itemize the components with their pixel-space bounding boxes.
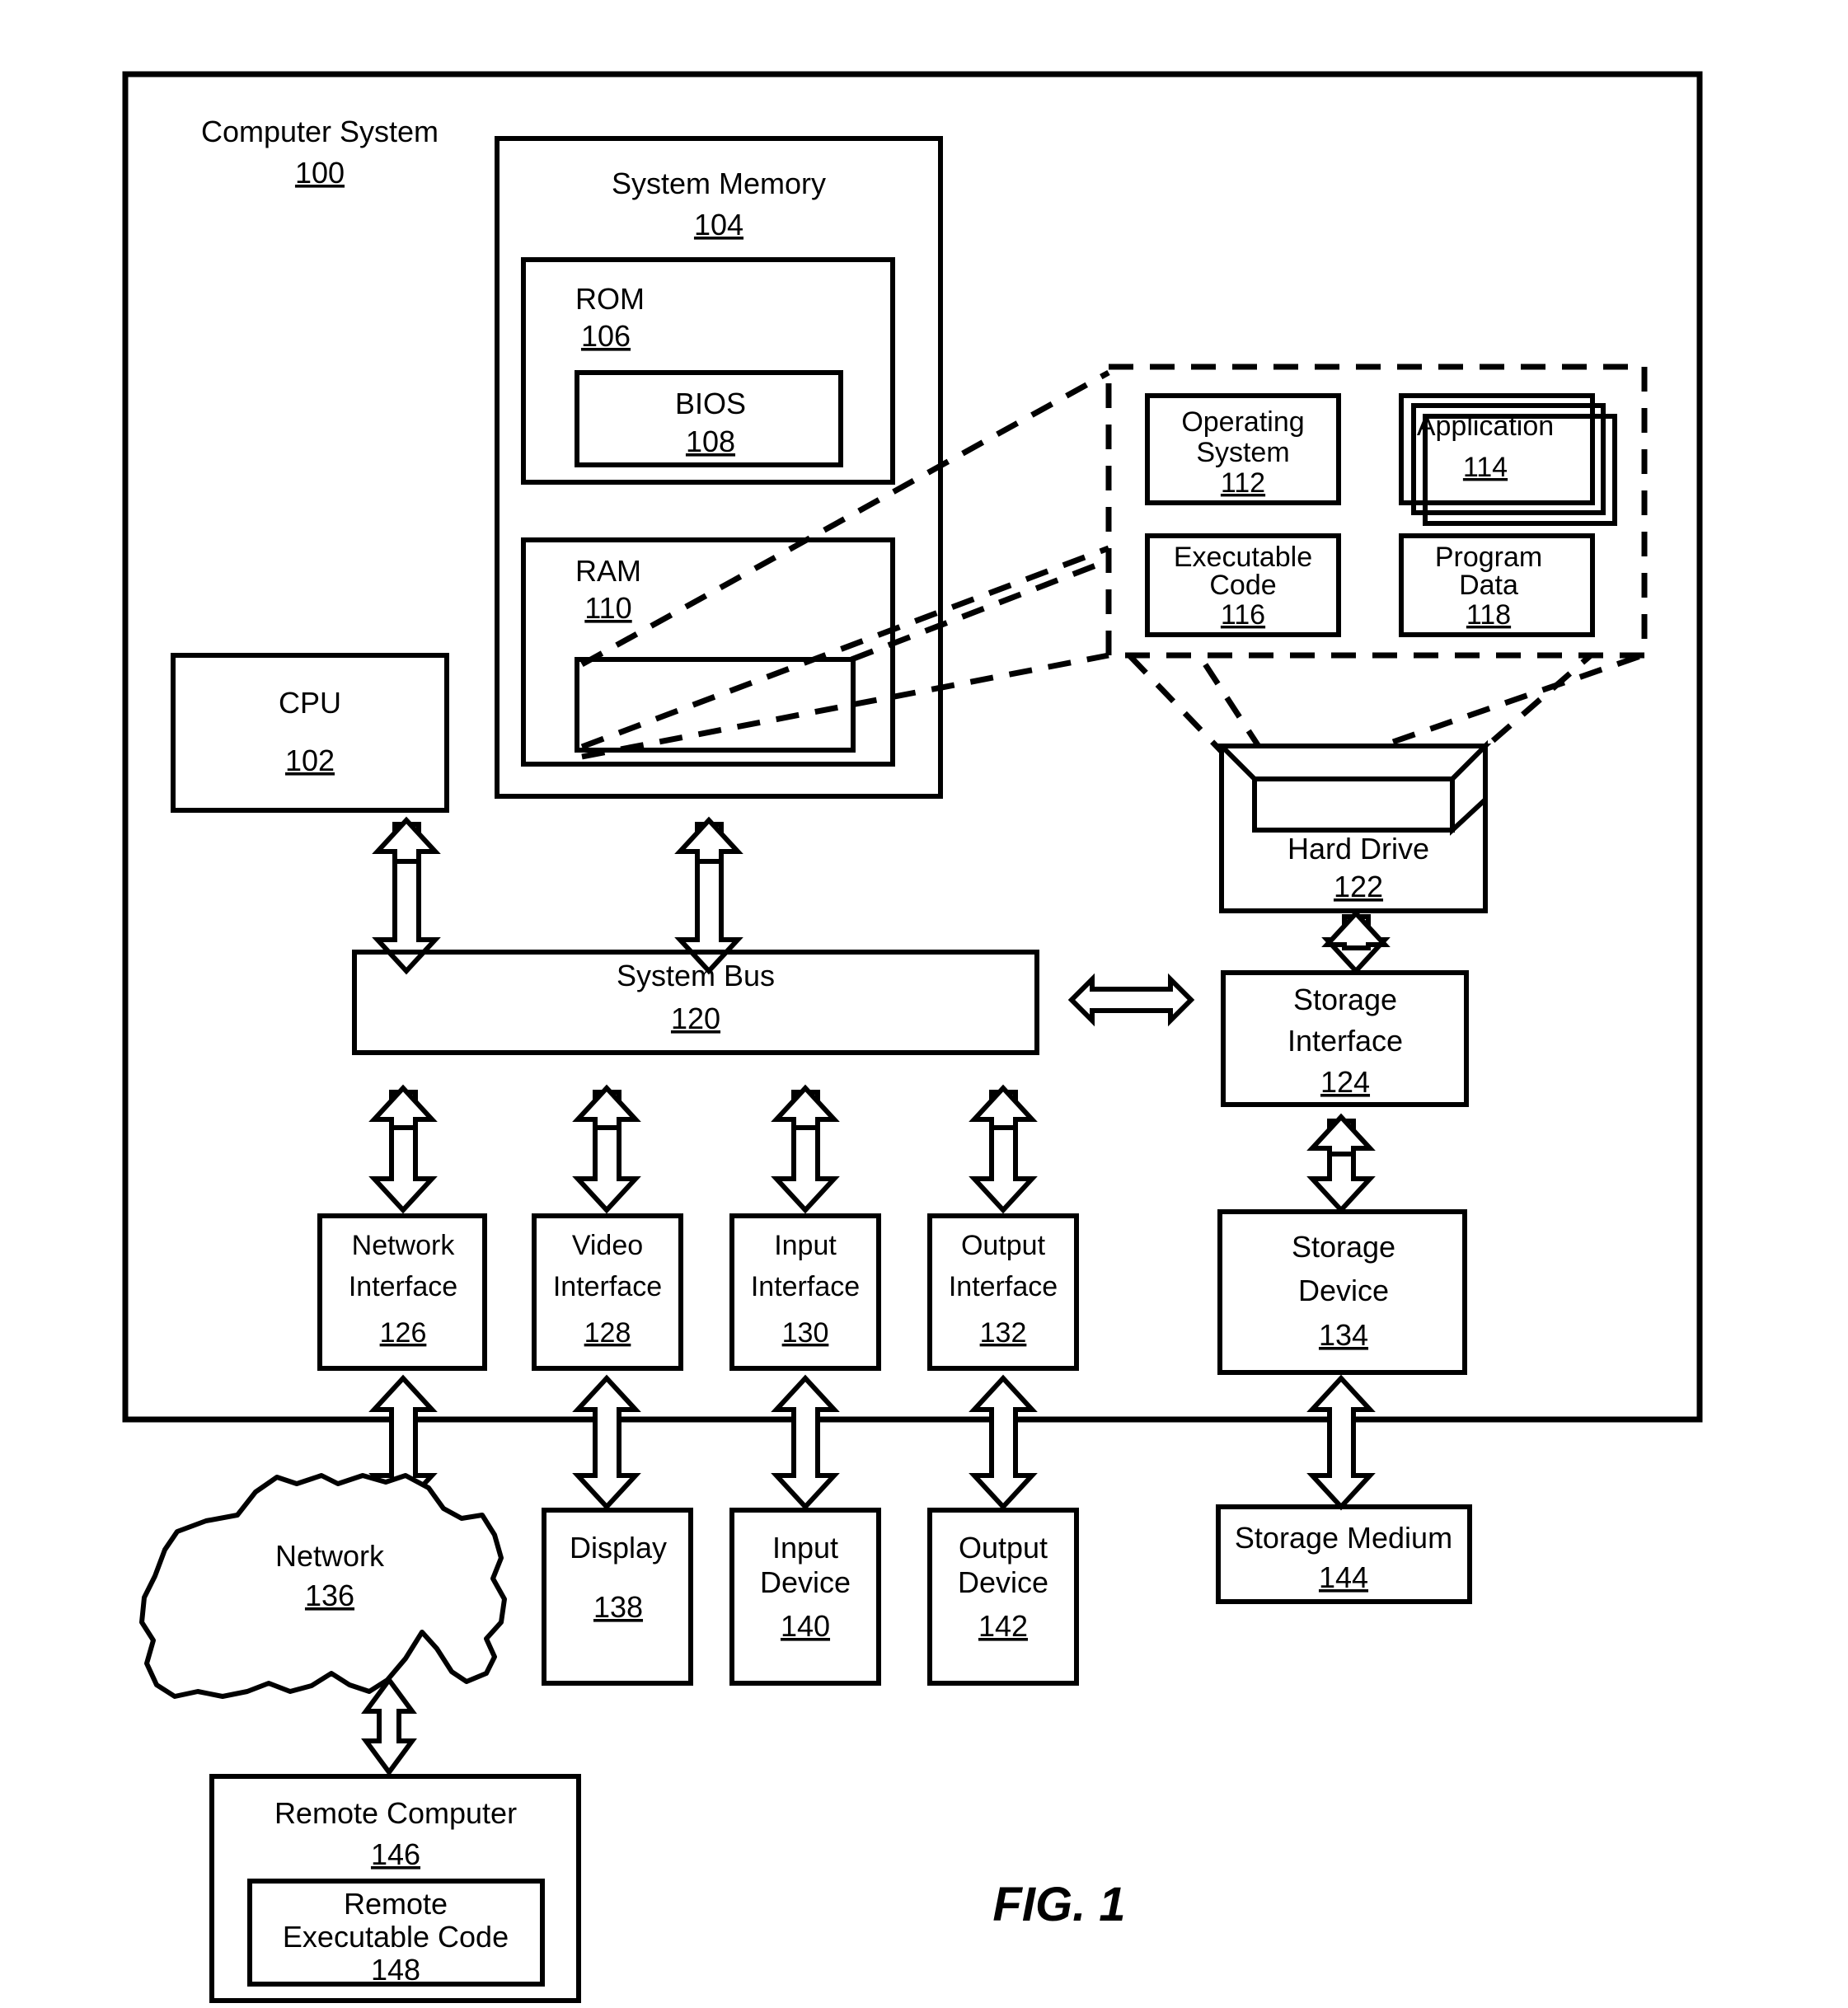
storage-interface-ref: 124 — [1320, 1065, 1370, 1099]
figure-1-diagram: Computer System 100 System Memory 104 RO… — [122, 71, 1703, 2003]
operating-system-label-1: Operating — [1181, 406, 1304, 438]
program-data-label-2: Data — [1459, 570, 1518, 601]
figure-caption: FIG. 1 — [992, 1878, 1125, 1931]
computer-system-ref: 100 — [295, 156, 345, 190]
system-memory-label: System Memory — [612, 167, 826, 200]
storage-device-ref: 134 — [1319, 1318, 1368, 1352]
program-data-label-1: Program — [1435, 542, 1542, 573]
output-device-label-2: Device — [958, 1565, 1048, 1599]
arrow-output-interface-device — [969, 1374, 1038, 1511]
leader-hd-left2-to-callout — [1197, 654, 1264, 752]
rom-ref: 106 — [581, 319, 631, 353]
display-label: Display — [570, 1531, 667, 1565]
arrow-cpu-bus-head-up — [372, 816, 441, 864]
executable-code-label-2: Code — [1209, 570, 1276, 601]
application-ref: 114 — [1463, 452, 1508, 483]
executable-code-ref: 116 — [1221, 599, 1265, 631]
arrow-video-interface-display — [572, 1374, 641, 1511]
remote-executable-code-label-2: Executable Code — [283, 1920, 509, 1954]
remote-executable-code-label-1: Remote — [344, 1887, 448, 1921]
leader-ram-bottom-to-callout — [581, 652, 1109, 760]
arrow-storage-interface-device-up — [1306, 1113, 1376, 1156]
arrow-input-interface-device — [771, 1374, 840, 1511]
network-ref: 136 — [305, 1579, 354, 1612]
hard-drive-ref: 122 — [1334, 870, 1383, 903]
application-label-1: Application — [1417, 411, 1554, 442]
output-interface-label-1: Output — [961, 1230, 1046, 1261]
output-interface-label-2: Interface — [949, 1271, 1058, 1302]
cpu-box — [171, 653, 449, 813]
output-interface-ref: 132 — [980, 1317, 1027, 1349]
ram-inner-region — [575, 657, 856, 753]
remote-executable-code-ref: 148 — [371, 1953, 420, 1987]
input-device-ref: 140 — [781, 1609, 830, 1643]
input-device-label-2: Device — [760, 1565, 851, 1599]
leader-ram-mid-to-callout — [580, 545, 1110, 750]
hard-drive-3d-top — [1215, 744, 1492, 781]
arrow-bus-storage-interface — [1067, 973, 1195, 1027]
storage-medium-ref: 144 — [1319, 1560, 1368, 1594]
network-interface-ref: 126 — [380, 1317, 427, 1349]
program-data-ref: 118 — [1466, 599, 1511, 631]
arrow-bus-network-interface-up — [368, 1084, 438, 1130]
input-interface-ref: 130 — [782, 1317, 829, 1349]
bios-label: BIOS — [675, 387, 746, 420]
network-label: Network — [275, 1539, 385, 1573]
hard-drive-label: Hard Drive — [1288, 832, 1429, 866]
ram-label: RAM — [575, 554, 641, 588]
input-interface-label-2: Interface — [751, 1271, 860, 1302]
display-ref: 138 — [593, 1590, 643, 1624]
rom-label: ROM — [575, 282, 645, 316]
arrow-hd-storage-interface-up — [1321, 909, 1391, 950]
storage-interface-label-1: Storage — [1293, 983, 1397, 1016]
figure-root: Computer System 100 System Memory 104 RO… — [0, 0, 1848, 2008]
input-interface-label-1: Input — [774, 1230, 837, 1261]
executable-code-label-1: Executable — [1174, 542, 1312, 573]
system-memory-ref: 104 — [694, 208, 743, 242]
leader-hd-right-to-callout — [1391, 653, 1642, 745]
leader-ram-inner-to-callout — [850, 557, 1110, 663]
arrow-storage-device-medium — [1306, 1374, 1376, 1511]
bios-ref: 108 — [686, 425, 735, 458]
cpu-ref: 102 — [285, 744, 335, 777]
output-device-label-1: Output — [959, 1531, 1048, 1565]
leader-hd-left-to-callout — [1127, 653, 1231, 761]
computer-system-label: Computer System — [201, 115, 439, 148]
ram-ref: 110 — [584, 591, 631, 625]
hard-drive-3d-front — [1252, 776, 1455, 833]
operating-system-ref: 112 — [1221, 467, 1265, 499]
arrow-bus-input-interface-up — [771, 1084, 840, 1130]
cpu-label: CPU — [279, 686, 341, 720]
network-interface-label-2: Interface — [349, 1271, 457, 1302]
operating-system-label-2: System — [1196, 437, 1289, 468]
storage-device-label-2: Device — [1298, 1274, 1389, 1307]
system-bus-ref: 120 — [671, 1002, 720, 1035]
arrow-network-remote-computer — [361, 1675, 417, 1777]
arrow-bus-output-interface-up — [969, 1084, 1038, 1130]
video-interface-ref: 128 — [584, 1317, 631, 1349]
video-interface-label-1: Video — [572, 1230, 643, 1261]
video-interface-label-2: Interface — [553, 1271, 662, 1302]
storage-device-label-1: Storage — [1292, 1230, 1395, 1264]
remote-computer-label: Remote Computer — [274, 1796, 517, 1830]
remote-computer-ref: 146 — [371, 1837, 420, 1871]
leader-ram-top-to-callout — [580, 369, 1110, 668]
storage-medium-label: Storage Medium — [1235, 1521, 1452, 1555]
arrow-bus-video-interface-up — [572, 1084, 641, 1130]
network-interface-label-1: Network — [352, 1230, 456, 1261]
arrow-memory-bus-head-up — [674, 816, 743, 864]
input-device-label-1: Input — [772, 1531, 838, 1565]
storage-interface-label-2: Interface — [1288, 1024, 1403, 1058]
system-bus-label: System Bus — [617, 959, 775, 992]
output-device-ref: 142 — [978, 1609, 1028, 1643]
